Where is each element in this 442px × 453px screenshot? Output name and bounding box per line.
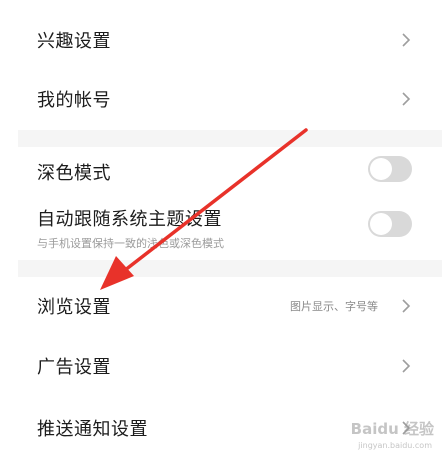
push-notification-label: 推送通知设置 [37, 419, 148, 440]
dark-mode-toggle[interactable] [368, 156, 412, 182]
browse-settings-row[interactable]: 浏览设置 图片显示、字号等 [0, 283, 442, 329]
auto-theme-label: 自动跟随系统主题设置 [37, 209, 222, 230]
ad-settings-label: 广告设置 [37, 357, 111, 378]
browse-settings-hint: 图片显示、字号等 [290, 300, 378, 313]
auto-theme-sublabel: 与手机设置保持一致的浅色或深色模式 [37, 237, 224, 250]
my-account-row[interactable]: 我的帐号 [0, 77, 442, 121]
toggle-knob [370, 158, 392, 180]
my-account-label: 我的帐号 [37, 90, 111, 111]
ad-settings-row[interactable]: 广告设置 [0, 344, 442, 388]
chevron-right-icon [402, 359, 411, 373]
watermark-url: jingyan.baidu.com [358, 441, 432, 450]
browse-settings-label: 浏览设置 [37, 297, 111, 318]
auto-theme-toggle[interactable] [368, 211, 412, 237]
section-divider [18, 130, 442, 147]
chevron-right-icon [402, 92, 411, 106]
chevron-right-icon [402, 299, 411, 313]
interest-settings-row[interactable]: 兴趣设置 [0, 18, 442, 62]
settings-page: 兴趣设置 我的帐号 深色模式 自动跟随系统主题设置 与手机设置保持一致的浅色或深… [0, 0, 442, 453]
watermark: Baidu 经验 [350, 420, 434, 438]
interest-settings-label: 兴趣设置 [37, 31, 111, 52]
chevron-right-icon [402, 33, 411, 47]
dark-mode-label: 深色模式 [37, 163, 111, 184]
section-divider [18, 260, 442, 277]
toggle-knob [370, 213, 392, 235]
